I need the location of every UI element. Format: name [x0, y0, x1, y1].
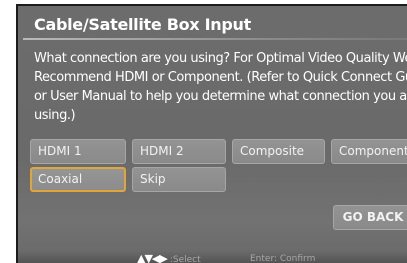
- option-coaxial-button[interactable]: Coaxial: [30, 167, 126, 192]
- option-skip-button[interactable]: Skip: [132, 167, 226, 192]
- dialog-title: Cable/Satellite Box Input: [34, 15, 251, 34]
- option-composite-button[interactable]: Composite: [232, 139, 325, 164]
- option-hdmi1-button[interactable]: HDMI 1: [30, 139, 126, 164]
- go-back-button[interactable]: GO BACK: [333, 205, 407, 230]
- select-hint: ▲▼◀▶:Select: [137, 251, 201, 263]
- dialog-description: What connection are you using? For Optim…: [34, 51, 407, 123]
- option-hdmi2-button[interactable]: HDMI 2: [132, 139, 226, 164]
- option-component-button[interactable]: Component: [331, 139, 407, 164]
- title-divider: [23, 38, 407, 40]
- input-setup-dialog: Cable/Satellite Box Input What connectio…: [16, 4, 407, 263]
- select-hint-label: :Select: [169, 255, 201, 263]
- confirm-hint: Enter: Confirm: [250, 254, 316, 263]
- arrow-keys-icon: ▲▼◀▶: [137, 252, 168, 263]
